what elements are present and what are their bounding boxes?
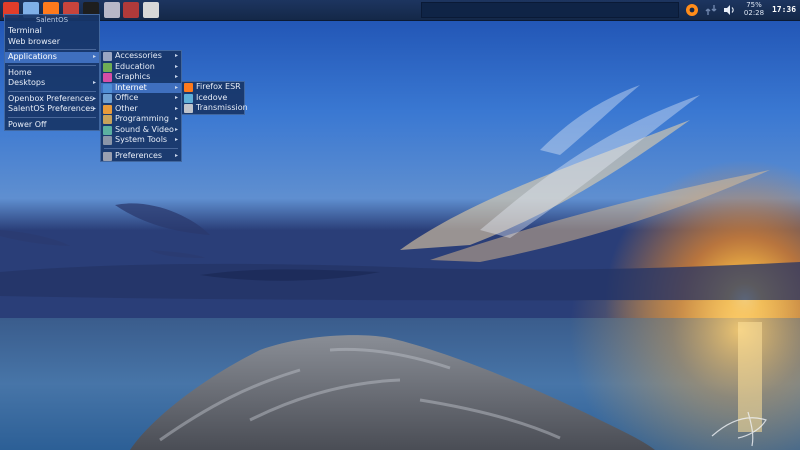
- menu-item-label: Firefox ESR: [196, 82, 241, 91]
- package-icon[interactable]: [123, 2, 139, 18]
- submenu-arrow-icon: ▸: [174, 136, 178, 143]
- menu-item-internet[interactable]: Internet ▸: [101, 82, 181, 93]
- menu-separator: [8, 90, 96, 92]
- menu-item-transmission[interactable]: Transmission: [182, 103, 248, 114]
- menu-item-other[interactable]: Other ▸: [101, 104, 181, 115]
- menu-item-icedove[interactable]: Icedove: [182, 93, 244, 104]
- applications-submenu: Accessories ▸ Education ▸ Graphics ▸ Internet ▸…: [100, 50, 182, 162]
- system-tools-icon: [103, 136, 112, 145]
- menu-item-label: Openbox Preferences: [8, 93, 94, 103]
- menu-item-graphics[interactable]: Graphics ▸: [101, 72, 181, 83]
- menu-item-web-browser[interactable]: Web browser: [5, 37, 99, 48]
- menu-item-label: Preferences: [115, 150, 163, 160]
- submenu-arrow-icon: ▸: [174, 62, 178, 70]
- menu-item-label: Other: [115, 103, 138, 113]
- volume-icon[interactable]: [721, 2, 737, 18]
- submenu-arrow-icon: ▸: [174, 73, 178, 80]
- preferences-icon: [103, 151, 112, 161]
- menu-separator: [8, 49, 96, 50]
- submenu-arrow-icon: ▸: [174, 83, 178, 91]
- menu-item-home[interactable]: Home: [5, 68, 99, 79]
- menu-item-label: Desktops: [8, 78, 46, 87]
- battery-time: 02:28: [743, 9, 765, 17]
- icedove-icon: [184, 93, 193, 103]
- menu-item-openbox-preferences[interactable]: Openbox Preferences ▸: [5, 94, 99, 105]
- menu-item-programming[interactable]: Programming ▸: [101, 114, 181, 125]
- menu-item-label: Internet: [115, 82, 147, 92]
- menu-item-power-off[interactable]: Power Off: [5, 120, 99, 131]
- submenu-arrow-icon: ▸: [174, 125, 178, 133]
- menu-item-terminal[interactable]: Terminal: [5, 26, 99, 37]
- submenu-arrow-icon: ▸: [174, 115, 178, 122]
- settings-gear-icon[interactable]: [684, 2, 700, 18]
- submenu-arrow-icon: ▸: [174, 104, 178, 112]
- submenu-arrow-icon: ▸: [92, 53, 96, 60]
- transmission-icon: [184, 104, 193, 113]
- menu-item-label: Accessories: [115, 51, 162, 60]
- menu-item-system-tools[interactable]: System Tools ▸: [101, 135, 181, 146]
- menu-item-label: Transmission: [196, 103, 248, 112]
- taskbar-area[interactable]: [421, 2, 679, 18]
- menu-item-accessories[interactable]: Accessories ▸: [101, 51, 181, 62]
- menu-item-label: Education: [115, 61, 155, 71]
- menu-separator: [8, 64, 96, 66]
- menu-item-preferences[interactable]: Preferences ▸: [101, 151, 181, 162]
- office-icon: [103, 94, 112, 103]
- menu-item-label: Office: [115, 93, 139, 102]
- menu-item-label: Graphics: [115, 72, 151, 81]
- menu-item-applications[interactable]: Applications ▸: [5, 52, 99, 63]
- menu-item-education[interactable]: Education ▸: [101, 62, 181, 73]
- menu-item-label: Programming: [115, 114, 169, 123]
- battery-percent: 75%: [746, 1, 762, 9]
- menu-item-label: Icedove: [196, 92, 228, 102]
- graphics-icon: [103, 73, 112, 82]
- accessories-icon: [103, 52, 112, 61]
- sound-video-icon: [103, 125, 112, 135]
- submenu-arrow-icon: ▸: [92, 79, 96, 86]
- submenu-arrow-icon: ▸: [174, 151, 178, 159]
- root-menu: SalentOS Terminal Web browser Applications…: [4, 14, 100, 131]
- top-panel: 75% 02:28 17:36: [0, 0, 800, 21]
- menu-item-label: Terminal: [8, 26, 42, 35]
- submenu-arrow-icon: ▸: [174, 52, 178, 59]
- submenu-arrow-icon: ▸: [174, 94, 178, 101]
- system-monitor-icon[interactable]: [104, 2, 120, 18]
- menu-item-firefox-esr[interactable]: Firefox ESR: [182, 82, 244, 93]
- menu-item-label: Applications: [8, 52, 57, 61]
- menu-item-office[interactable]: Office ▸: [101, 93, 181, 104]
- battery-indicator[interactable]: 75% 02:28: [740, 1, 768, 17]
- submenu-arrow-icon: ▸: [92, 94, 96, 102]
- programming-icon: [103, 115, 112, 124]
- menu-item-salentos-preferences[interactable]: SalentOS Preferences ▸: [5, 104, 99, 115]
- menu-item-label: Web browser: [8, 36, 60, 46]
- menu-separator: [104, 147, 178, 149]
- submenu-arrow-icon: ▸: [92, 105, 96, 112]
- power-icon[interactable]: [143, 2, 159, 18]
- menu-item-label: SalentOS Preferences: [8, 104, 95, 113]
- menu-title: SalentOS: [35, 16, 69, 24]
- internet-submenu: Firefox ESR Icedove Transmission: [181, 81, 248, 115]
- clock[interactable]: 17:36: [768, 0, 800, 20]
- menu-item-label: Home: [8, 67, 32, 77]
- menu-item-label: Sound & Video: [115, 124, 174, 134]
- network-icon[interactable]: [703, 2, 719, 18]
- menu-separator: [8, 116, 96, 118]
- menu-item-label: System Tools: [115, 135, 168, 144]
- education-icon: [103, 62, 112, 72]
- menu-item-sound-video[interactable]: Sound & Video ▸: [101, 125, 181, 136]
- internet-icon: [103, 83, 112, 93]
- menu-item-label: Power Off: [8, 119, 47, 129]
- menu-item-desktops[interactable]: Desktops ▸: [5, 78, 99, 89]
- firefox-esr-icon: [184, 83, 193, 92]
- other-icon: [103, 104, 112, 114]
